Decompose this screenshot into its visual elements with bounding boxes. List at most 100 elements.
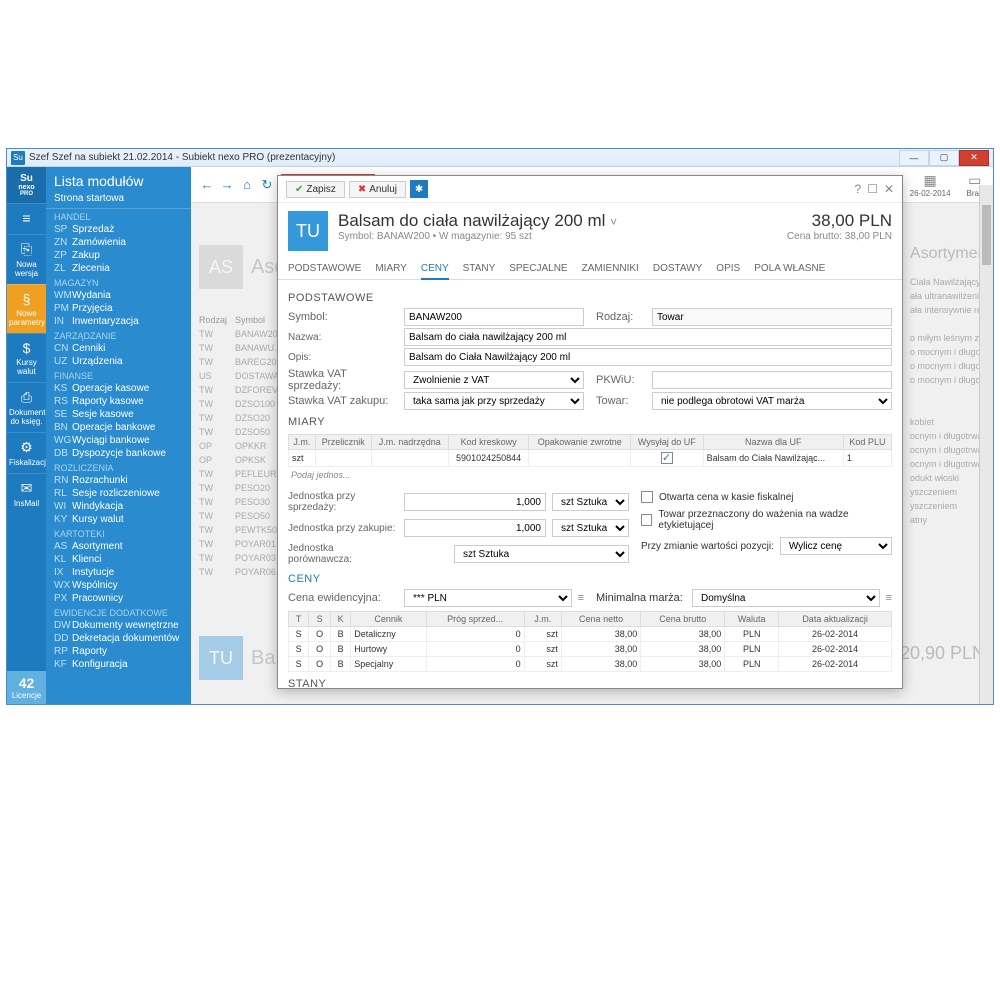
select-towar[interactable]: nie podlega obrotowi VAT marża — [652, 392, 892, 410]
select-vat-zakup[interactable]: taka sama jak przy sprzedaży — [404, 392, 584, 410]
label-rodzaj: Rodzaj: — [596, 311, 646, 323]
maximize-button[interactable]: ▢ — [929, 150, 959, 166]
nav-fwd-icon[interactable]: → — [217, 175, 237, 195]
select-jsp-unit[interactable]: szt Sztuka — [552, 493, 629, 511]
input-jzk-qty[interactable] — [404, 519, 546, 537]
sidebar-item[interactable]: BNOperacje bankowe — [46, 421, 191, 434]
select-jzk-unit[interactable]: szt Sztuka — [552, 519, 629, 537]
input-jsp-qty[interactable] — [404, 493, 546, 511]
sidebar-item[interactable]: RPRaporty — [46, 645, 191, 658]
rail-item[interactable]: $Kursy walut — [7, 333, 46, 382]
sidebar-item[interactable]: WXWspólnicy — [46, 579, 191, 592]
sidebar-item[interactable]: INInwentaryzacja — [46, 315, 191, 328]
sidebar-item[interactable]: ZPZakup — [46, 249, 191, 262]
modal-tab[interactable]: OPIS — [716, 259, 740, 279]
sidebar-item[interactable]: WGWyciągi bankowe — [46, 434, 191, 447]
save-button[interactable]: ✔Zapisz — [286, 181, 345, 198]
menu-icon[interactable]: ≡ — [578, 592, 584, 604]
product-price-sub: Cena brutto: 38,00 PLN — [787, 231, 892, 242]
sidebar-item[interactable]: WMWydania — [46, 289, 191, 302]
checkbox-otwarta-cena[interactable] — [641, 491, 653, 503]
modal-tab[interactable]: SPECJALNE — [509, 259, 567, 279]
sidebar-item[interactable]: RSRaporty kasowe — [46, 395, 191, 408]
scrollbar[interactable] — [979, 185, 993, 704]
modal-tab[interactable]: MIARY — [375, 259, 407, 279]
sidebar-item[interactable]: ZLZlecenia — [46, 262, 191, 275]
sidebar-item[interactable]: SESesje kasowe — [46, 408, 191, 421]
sidebar-item[interactable]: KSOperacje kasowe — [46, 382, 191, 395]
section-ceny: CENY — [288, 567, 892, 589]
rail-item[interactable]: ✉InsMail — [7, 473, 46, 514]
sidebar-group-header: KARTOTEKI — [46, 526, 191, 540]
sidebar-item[interactable]: IXInstytucje — [46, 566, 191, 579]
select-marza[interactable]: Domyślna — [692, 589, 880, 607]
sidebar-item[interactable]: UZUrządzenia — [46, 355, 191, 368]
maximize-modal-icon[interactable]: ☐ — [867, 182, 878, 196]
rail-item[interactable]: ⚙Fiskalizacja — [7, 432, 46, 473]
ceny-row[interactable]: SOBSpecjalny0szt38,0038,00PLN26-02-2014 — [289, 657, 892, 672]
input-rodzaj[interactable] — [652, 308, 892, 326]
sidebar-item[interactable]: DWDokumenty wewnętrzne — [46, 619, 191, 632]
input-pkwiu[interactable] — [652, 371, 892, 389]
menu-icon[interactable]: ≡ — [886, 592, 892, 604]
checkbox-waga[interactable] — [641, 514, 652, 526]
nav-back-icon[interactable]: ← — [197, 175, 217, 195]
input-symbol[interactable] — [404, 308, 584, 326]
modal-tab[interactable]: STANY — [463, 259, 496, 279]
sidebar-item[interactable]: PXPracownicy — [46, 592, 191, 605]
select-cena-ewid[interactable]: *** PLN — [404, 589, 572, 607]
section-stany: STANY — [288, 672, 892, 688]
sidebar-item[interactable]: PMPrzyjęcia — [46, 302, 191, 315]
section-miary: MIARY — [288, 410, 892, 432]
ceny-row[interactable]: SOBDetaliczny0szt38,0038,00PLN26-02-2014 — [289, 627, 892, 642]
sidebar-start[interactable]: Strona startowa — [46, 191, 191, 209]
cancel-button[interactable]: ✖Anuluj — [349, 181, 406, 198]
sidebar-group-header: HANDEL — [46, 209, 191, 223]
label-zmiana: Przy zmianie wartości pozycji: — [641, 541, 774, 552]
dropdown-icon[interactable]: ˅ — [610, 215, 617, 229]
label-nazwa: Nazwa: — [288, 332, 398, 343]
modal-tabs: PODSTAWOWE MIARY CENY STANY SPECJALNE ZAMIENN… — [278, 259, 902, 280]
close-button[interactable]: ✕ — [959, 150, 989, 166]
titlebar: Su Szef Szef na subiekt 21.02.2014 - Sub… — [7, 149, 993, 167]
modal-tab[interactable]: DOSTAWY — [653, 259, 702, 279]
sidebar-item[interactable]: DDDekretacja dokumentów — [46, 632, 191, 645]
input-opis[interactable] — [404, 348, 892, 366]
settings-icon[interactable]: ✱ — [410, 180, 428, 198]
license-badge[interactable]: 42 Licencje — [7, 671, 46, 704]
modal-tab[interactable]: PODSTAWOWE — [288, 259, 361, 279]
minimize-button[interactable]: — — [899, 150, 929, 166]
sidebar-item[interactable]: KFKonfiguracja — [46, 658, 191, 671]
sidebar-item[interactable]: CNCenniki — [46, 342, 191, 355]
sidebar-item[interactable]: KYKursy walut — [46, 513, 191, 526]
modal-tab[interactable]: CENY — [421, 259, 449, 280]
select-zmiana[interactable]: Wylicz cenę — [780, 537, 892, 555]
label-jedn-sprzedaz: Jednostka przy sprzedaży: — [288, 491, 398, 513]
product-title: Balsam do ciała nawilżający 200 ml ˅ — [338, 211, 777, 231]
sidebar-item[interactable]: WIWindykacja — [46, 500, 191, 513]
sidebar-item[interactable]: ASAsortyment — [46, 540, 191, 553]
rail-item[interactable]: §Nowe parametry — [7, 284, 46, 333]
sidebar-item[interactable]: ZNZamówienia — [46, 236, 191, 249]
select-jpo-unit[interactable]: szt Sztuka — [454, 545, 629, 563]
modal-tab[interactable]: POLA WŁASNE — [754, 259, 825, 279]
close-modal-icon[interactable]: ✕ — [884, 182, 894, 196]
sidebar-item[interactable]: RLSesje rozliczeniowe — [46, 487, 191, 500]
sidebar-item[interactable]: KLKlienci — [46, 553, 191, 566]
rail-item[interactable]: ⎘Nowa wersja — [7, 234, 46, 284]
ceny-row[interactable]: SOBHurtowy0szt38,0038,00PLN26-02-2014 — [289, 642, 892, 657]
nav-home-icon[interactable]: ⌂ — [237, 175, 257, 195]
miary-table: J.m.PrzelicznikJ.m. nadrzędnaKod kreskow… — [288, 434, 892, 467]
modal-tab[interactable]: ZAMIENNIKI — [582, 259, 639, 279]
rail-item[interactable]: ⎙Dokument do księg. — [7, 382, 46, 432]
rail-item[interactable]: ≡ — [7, 203, 46, 234]
help-icon[interactable]: ? — [854, 182, 861, 196]
sidebar-item[interactable]: RNRozrachunki — [46, 474, 191, 487]
nav-refresh-icon[interactable]: ↻ — [257, 175, 277, 195]
add-unit-link[interactable]: Podaj jednos... — [288, 467, 892, 483]
input-nazwa[interactable] — [404, 328, 892, 346]
sidebar-item[interactable]: DBDyspozycje bankowe — [46, 447, 191, 460]
select-vat-sprzedaz[interactable]: Zwolnienie z VAT — [404, 371, 584, 389]
sidebar-item[interactable]: SPSprzedaż — [46, 223, 191, 236]
toolbar-status[interactable]: ▦26-02-2014 — [906, 172, 955, 198]
